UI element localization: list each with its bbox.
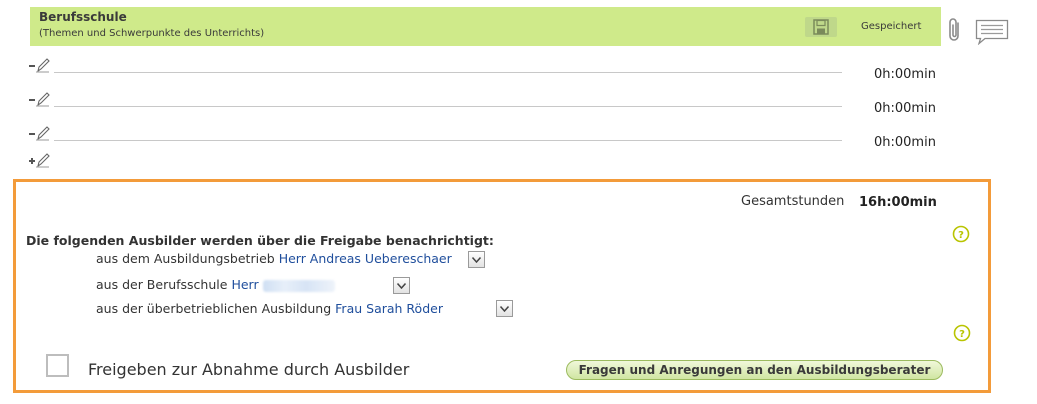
save-status: Gespeichert: [861, 21, 922, 32]
chevron-down-icon: [472, 256, 481, 263]
redacted-name: [262, 279, 335, 292]
entry-input-line[interactable]: [54, 106, 842, 107]
trainer-select-external[interactable]: [496, 300, 513, 317]
help-icon[interactable]: ?: [952, 225, 970, 243]
trainer-row-company: aus dem Ausbildungsbetrieb Herr Andreas …: [96, 251, 452, 266]
trainer-name: Frau Sarah Röder: [335, 301, 443, 316]
paperclip-icon[interactable]: [945, 17, 965, 43]
release-panel: Gesamtstunden 16h:00min ? Die folgenden …: [13, 179, 991, 393]
section-title: Berufsschule: [39, 10, 127, 24]
trainer-label: aus dem Ausbildungsbetrieb: [96, 251, 275, 266]
entry-time: 0h:00min: [874, 101, 936, 116]
add-entry-button[interactable]: [28, 152, 50, 168]
chevron-down-icon: [500, 305, 509, 312]
trainer-label: aus der überbetrieblichen Ausbildung: [96, 301, 332, 316]
trainer-row-school: aus der Berufsschule Herr: [96, 277, 335, 292]
trainer-label: aus der Berufsschule: [96, 277, 228, 292]
total-hours-label: Gesamtstunden: [741, 194, 845, 209]
trainer-name: Herr Andreas Uebereschaer: [278, 251, 452, 266]
remove-entry-button[interactable]: [28, 125, 50, 141]
svg-text:?: ?: [959, 329, 965, 340]
trainer-select-company[interactable]: [468, 251, 485, 268]
remove-entry-button[interactable]: [28, 91, 50, 107]
comment-icon[interactable]: [975, 19, 1009, 45]
help-icon[interactable]: ?: [953, 324, 971, 342]
advisor-question-button[interactable]: Fragen und Anregungen an den Ausbildungs…: [566, 360, 943, 380]
release-checkbox[interactable]: [46, 354, 69, 377]
release-label[interactable]: Freigeben zur Abnahme durch Ausbilder: [88, 360, 409, 379]
entry-time: 0h:00min: [874, 135, 936, 150]
chevron-down-icon: [397, 282, 406, 289]
save-button[interactable]: [805, 17, 837, 37]
entry-time: 0h:00min: [874, 67, 936, 82]
svg-text:?: ?: [958, 230, 964, 241]
trainer-row-external: aus der überbetrieblichen Ausbildung Fra…: [96, 301, 443, 316]
section-subtitle: (Themen und Schwerpunkte des Unterrichts…: [39, 28, 265, 39]
total-hours-value: 16h:00min: [859, 195, 937, 210]
trainer-name: Herr: [231, 277, 259, 292]
entry-input-line[interactable]: [54, 72, 842, 73]
entry-input-line[interactable]: [54, 140, 842, 141]
save-icon: [813, 19, 829, 35]
notify-heading: Die folgenden Ausbilder werden über die …: [26, 233, 494, 248]
section-header: Berufsschule (Themen und Schwerpunkte de…: [30, 7, 941, 46]
remove-entry-button[interactable]: [28, 57, 50, 73]
trainer-select-school[interactable]: [393, 277, 410, 294]
